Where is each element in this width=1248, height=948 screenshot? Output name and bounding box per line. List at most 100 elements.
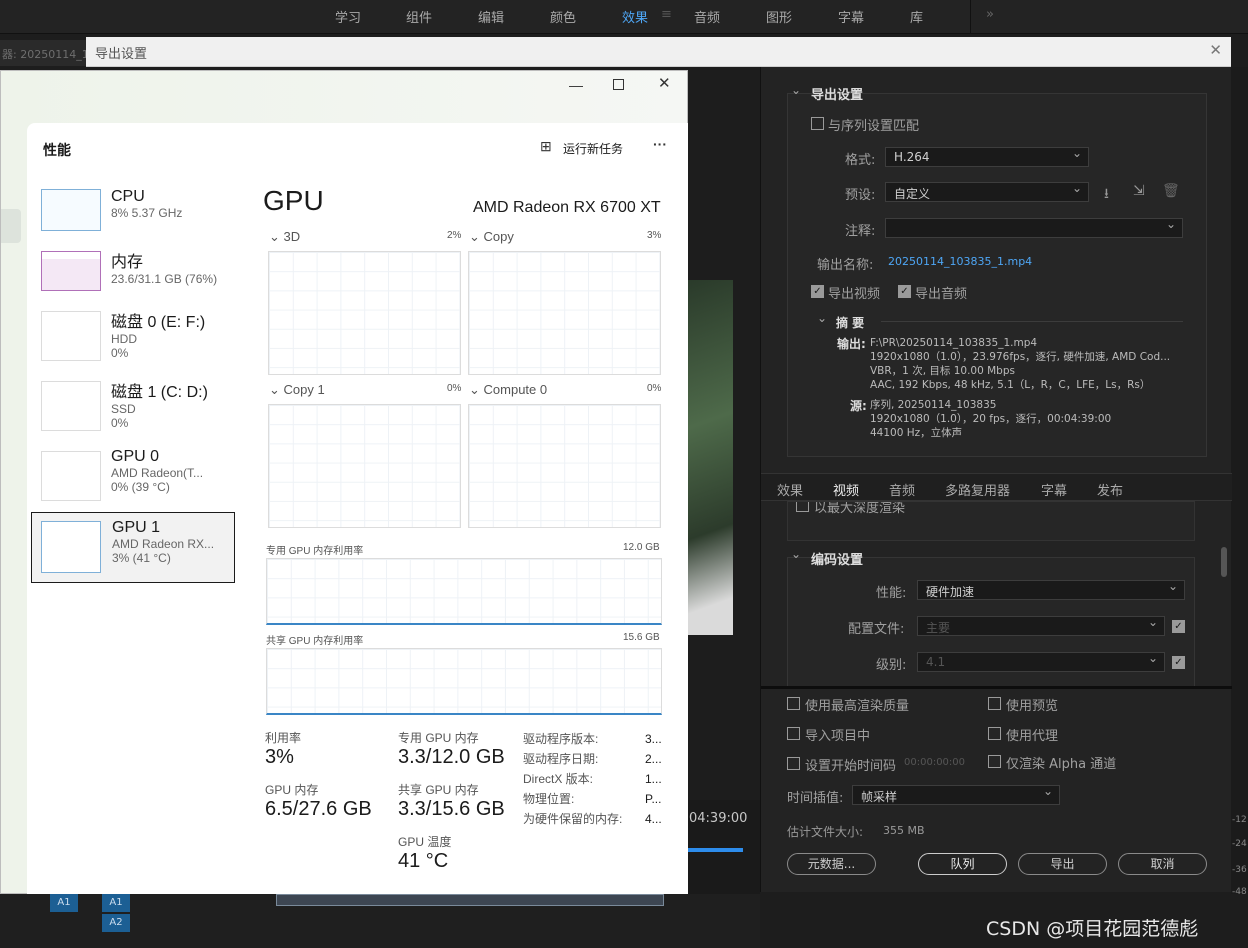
- max-depth-checkbox[interactable]: [796, 502, 809, 512]
- tab-captions[interactable]: 字幕: [838, 7, 864, 26]
- engine-3d-graph: [268, 251, 461, 375]
- more-options-icon[interactable]: ···: [653, 136, 667, 152]
- track-a2[interactable]: A2: [102, 914, 130, 932]
- summary-source-key: 源:: [850, 399, 867, 413]
- audio-clip[interactable]: [276, 894, 664, 906]
- use-proxies-label: 使用代理: [1006, 729, 1059, 744]
- start-tc-value[interactable]: 00:00:00:00: [904, 757, 965, 768]
- level-checkbox[interactable]: ✓: [1172, 656, 1185, 669]
- tab-publish[interactable]: 发布: [1097, 480, 1123, 499]
- run-task-icon[interactable]: ⊞: [540, 138, 552, 155]
- tab-audio[interactable]: 音频: [889, 480, 915, 499]
- run-task-button[interactable]: 运行新任务: [563, 140, 623, 157]
- tab-audio[interactable]: 音频: [694, 7, 720, 26]
- cancel-button[interactable]: 取消: [1118, 853, 1207, 875]
- use-previews-label: 使用预览: [1006, 699, 1059, 714]
- engine-copy-pct: 3%: [647, 230, 662, 241]
- temp-value: 41 °C: [398, 850, 449, 872]
- gpu-device-name: AMD Radeon RX 6700 XT: [473, 199, 661, 216]
- memory-thumb: [41, 251, 101, 291]
- summary-source: 序列, 20250114_103835 1920x1080（1.0），20 fp…: [870, 399, 1112, 439]
- level-select[interactable]: 4.1: [917, 651, 1165, 672]
- tab-effects[interactable]: 效果: [777, 480, 803, 499]
- interp-label: 时间插值:: [787, 791, 844, 806]
- tab-graphics[interactable]: 图形: [766, 7, 792, 26]
- import-preset-icon[interactable]: ⇲: [1133, 183, 1145, 199]
- engine-compute0-label[interactable]: ⌄ Compute 0: [469, 382, 547, 398]
- sidebar-item-cpu[interactable]: CPU 8% 5.37 GHz: [111, 188, 182, 220]
- scrollbar-thumb[interactable]: [1221, 547, 1227, 577]
- disk0-thumb: [41, 311, 101, 361]
- settings-tabs: 效果 视频 音频 多路复用器 字幕 发布: [761, 473, 1232, 504]
- more-workspaces-icon[interactable]: »: [986, 7, 994, 22]
- export-dialog-title: 导出设置: [95, 47, 148, 62]
- engine-copy-label[interactable]: ⌄ Copy: [469, 229, 514, 245]
- import-project-checkbox[interactable]: [787, 727, 800, 740]
- max-depth-label: 以最大深度渲染: [814, 501, 906, 516]
- alpha-only-checkbox[interactable]: [988, 755, 1001, 768]
- summary-output-key: 输出:: [837, 337, 866, 351]
- max-quality-checkbox[interactable]: [787, 697, 800, 710]
- video-options-clipped: 以最大深度渲染: [787, 501, 1195, 541]
- profile-checkbox[interactable]: ✓: [1172, 620, 1185, 633]
- close-icon[interactable]: ✕: [1209, 41, 1222, 59]
- performance-select[interactable]: 硬件加速: [917, 579, 1185, 600]
- export-dialog-titlebar: 导出设置 ✕: [86, 37, 1231, 67]
- timecode: 04:39:00: [689, 811, 748, 826]
- export-settings-panel: ⌄ 导出设置 与序列设置匹配 格式: H.264 预设: 自定义 ⭳ ⇲ 🗑 注…: [760, 67, 1232, 892]
- tab-assembly[interactable]: 组件: [406, 7, 432, 26]
- preset-select[interactable]: 自定义: [885, 181, 1089, 202]
- profile-label: 配置文件:: [848, 622, 905, 637]
- sequence-tab[interactable]: 器: 20250114_10: [0, 40, 86, 66]
- export-settings-header: 导出设置: [811, 88, 864, 103]
- export-audio-checkbox[interactable]: ✓: [898, 285, 911, 298]
- dedicated-stat-value: 3.3/12.0 GB: [398, 746, 505, 768]
- export-video-checkbox[interactable]: ✓: [811, 285, 824, 298]
- delete-preset-icon[interactable]: 🗑: [1162, 183, 1180, 199]
- sidebar-item-memory[interactable]: 内存 23.6/31.1 GB (76%): [111, 248, 217, 286]
- tab-effects[interactable]: 效果: [622, 7, 648, 26]
- start-tc-checkbox[interactable]: [787, 757, 800, 770]
- comment-input[interactable]: [885, 217, 1183, 238]
- engine-copy1-label[interactable]: ⌄ Copy 1: [269, 382, 325, 398]
- tab-color[interactable]: 颜色: [550, 7, 576, 26]
- tab-multiplexer[interactable]: 多路复用器: [945, 480, 1010, 499]
- minimize-icon[interactable]: —: [569, 77, 583, 93]
- summary-chevron-icon[interactable]: ⌄: [817, 311, 827, 325]
- match-sequence-label: 与序列设置匹配: [828, 119, 920, 134]
- interp-select[interactable]: 帧采样: [852, 784, 1060, 805]
- sidebar-item-disk1[interactable]: 磁盘 1 (C: D:) SSD 0%: [111, 378, 208, 430]
- tab-editing[interactable]: 编辑: [478, 7, 504, 26]
- menu-icon[interactable]: ≡: [661, 7, 672, 22]
- match-sequence-checkbox[interactable]: [811, 117, 824, 130]
- tab-captions[interactable]: 字幕: [1041, 480, 1067, 499]
- tab-learn[interactable]: 学习: [335, 7, 361, 26]
- queue-button[interactable]: 队列: [918, 853, 1007, 875]
- use-proxies-checkbox[interactable]: [988, 727, 1001, 740]
- track-a1[interactable]: A1: [102, 894, 130, 912]
- chevron-down-icon[interactable]: ⌄: [791, 83, 801, 97]
- maximize-icon[interactable]: [613, 79, 624, 90]
- program-monitor-footer: 04:39:00: [687, 800, 760, 894]
- close-window-icon[interactable]: ✕: [658, 74, 671, 92]
- save-preset-icon[interactable]: ⭳: [1104, 183, 1109, 207]
- engine-compute0-pct: 0%: [647, 383, 662, 394]
- tab-libraries[interactable]: 库: [910, 7, 923, 26]
- playhead-bar[interactable]: [687, 848, 743, 852]
- track-a1-source[interactable]: A1: [50, 894, 78, 912]
- shared-mem-max: 15.6 GB: [623, 632, 660, 643]
- sidebar-item-gpu0[interactable]: GPU 0 AMD Radeon(T... 0% (39 °C): [111, 448, 203, 494]
- timeline: A1 A1 A2: [0, 894, 760, 948]
- sidebar-item-disk0[interactable]: 磁盘 0 (E: F:) HDD 0%: [111, 308, 205, 360]
- engine-copy1-graph: [268, 404, 461, 528]
- encoding-chevron-icon[interactable]: ⌄: [791, 547, 801, 561]
- output-name-link[interactable]: 20250114_103835_1.mp4: [888, 255, 1032, 268]
- nav-selected-indicator[interactable]: [1, 209, 21, 243]
- metadata-button[interactable]: 元数据...: [787, 853, 876, 875]
- format-select[interactable]: H.264: [885, 146, 1089, 167]
- engine-3d-label[interactable]: ⌄ 3D: [269, 229, 300, 245]
- profile-select[interactable]: 主要: [917, 615, 1165, 636]
- export-button[interactable]: 导出: [1018, 853, 1107, 875]
- use-previews-checkbox[interactable]: [988, 697, 1001, 710]
- engine-compute0-graph: [468, 404, 661, 528]
